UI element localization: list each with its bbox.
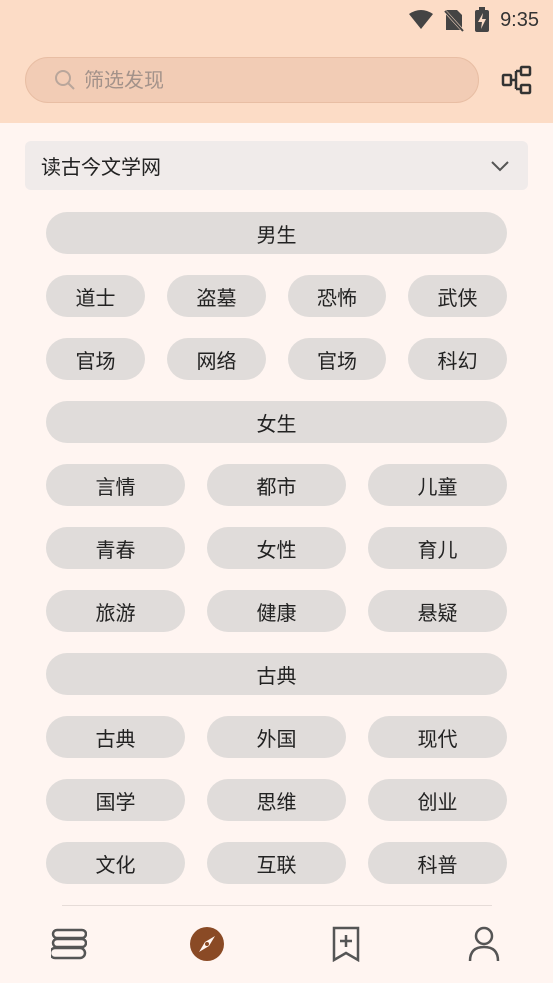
bookmark-add-icon	[331, 926, 361, 962]
search-input[interactable]	[84, 68, 424, 92]
status-time: 9:35	[500, 8, 539, 31]
nav-profile[interactable]	[464, 924, 504, 964]
chevron-down-icon	[490, 160, 510, 172]
tree-view-button[interactable]	[499, 62, 535, 98]
category-chip[interactable]: 互联	[207, 842, 346, 884]
bottom-navigation	[0, 906, 553, 983]
category-chip[interactable]: 现代	[368, 716, 507, 758]
category-chip[interactable]: 儿童	[368, 464, 507, 506]
search-bar[interactable]	[25, 57, 479, 103]
category-chip[interactable]: 健康	[207, 590, 346, 632]
category-chip[interactable]: 青春	[46, 527, 185, 569]
group-header-female[interactable]: 女生	[46, 401, 507, 443]
category-chip[interactable]: 创业	[368, 779, 507, 821]
category-chip[interactable]: 外国	[207, 716, 346, 758]
category-chip[interactable]: 悬疑	[368, 590, 507, 632]
source-select-value: 读古今文学网	[41, 155, 161, 179]
category-chip[interactable]: 女性	[207, 527, 346, 569]
category-chip[interactable]: 科幻	[408, 338, 507, 380]
category-chip[interactable]: 文化	[46, 842, 185, 884]
search-icon	[54, 69, 76, 91]
category-chip[interactable]: 都市	[207, 464, 346, 506]
nav-bookmarks[interactable]	[326, 924, 366, 964]
compass-icon	[189, 926, 225, 962]
category-chip[interactable]: 盗墓	[167, 275, 266, 317]
group-header-male[interactable]: 男生	[46, 212, 507, 254]
category-chip[interactable]: 科普	[368, 842, 507, 884]
bookshelf-icon	[51, 927, 87, 961]
nav-bookshelf[interactable]	[49, 924, 89, 964]
category-chip[interactable]: 思维	[207, 779, 346, 821]
category-chip[interactable]: 言情	[46, 464, 185, 506]
person-icon	[468, 926, 500, 962]
nav-discover[interactable]	[187, 924, 227, 964]
group-header-classic[interactable]: 古典	[46, 653, 507, 695]
tree-structure-icon	[501, 65, 533, 95]
category-chip[interactable]: 官场	[288, 338, 386, 380]
category-chip[interactable]: 恐怖	[288, 275, 386, 317]
category-chip[interactable]: 旅游	[46, 590, 185, 632]
category-chip[interactable]: 武侠	[408, 275, 507, 317]
category-chip[interactable]: 古典	[46, 716, 185, 758]
source-select[interactable]: 读古今文学网	[25, 141, 528, 190]
category-chip[interactable]: 道士	[46, 275, 145, 317]
category-chip[interactable]: 官场	[46, 338, 145, 380]
status-bar: 9:35	[0, 0, 553, 40]
category-chip[interactable]: 网络	[167, 338, 266, 380]
wifi-icon	[408, 9, 434, 31]
battery-charging-icon	[474, 7, 490, 33]
no-sim-icon	[444, 8, 465, 32]
category-chip[interactable]: 国学	[46, 779, 185, 821]
category-chip[interactable]: 育儿	[368, 527, 507, 569]
